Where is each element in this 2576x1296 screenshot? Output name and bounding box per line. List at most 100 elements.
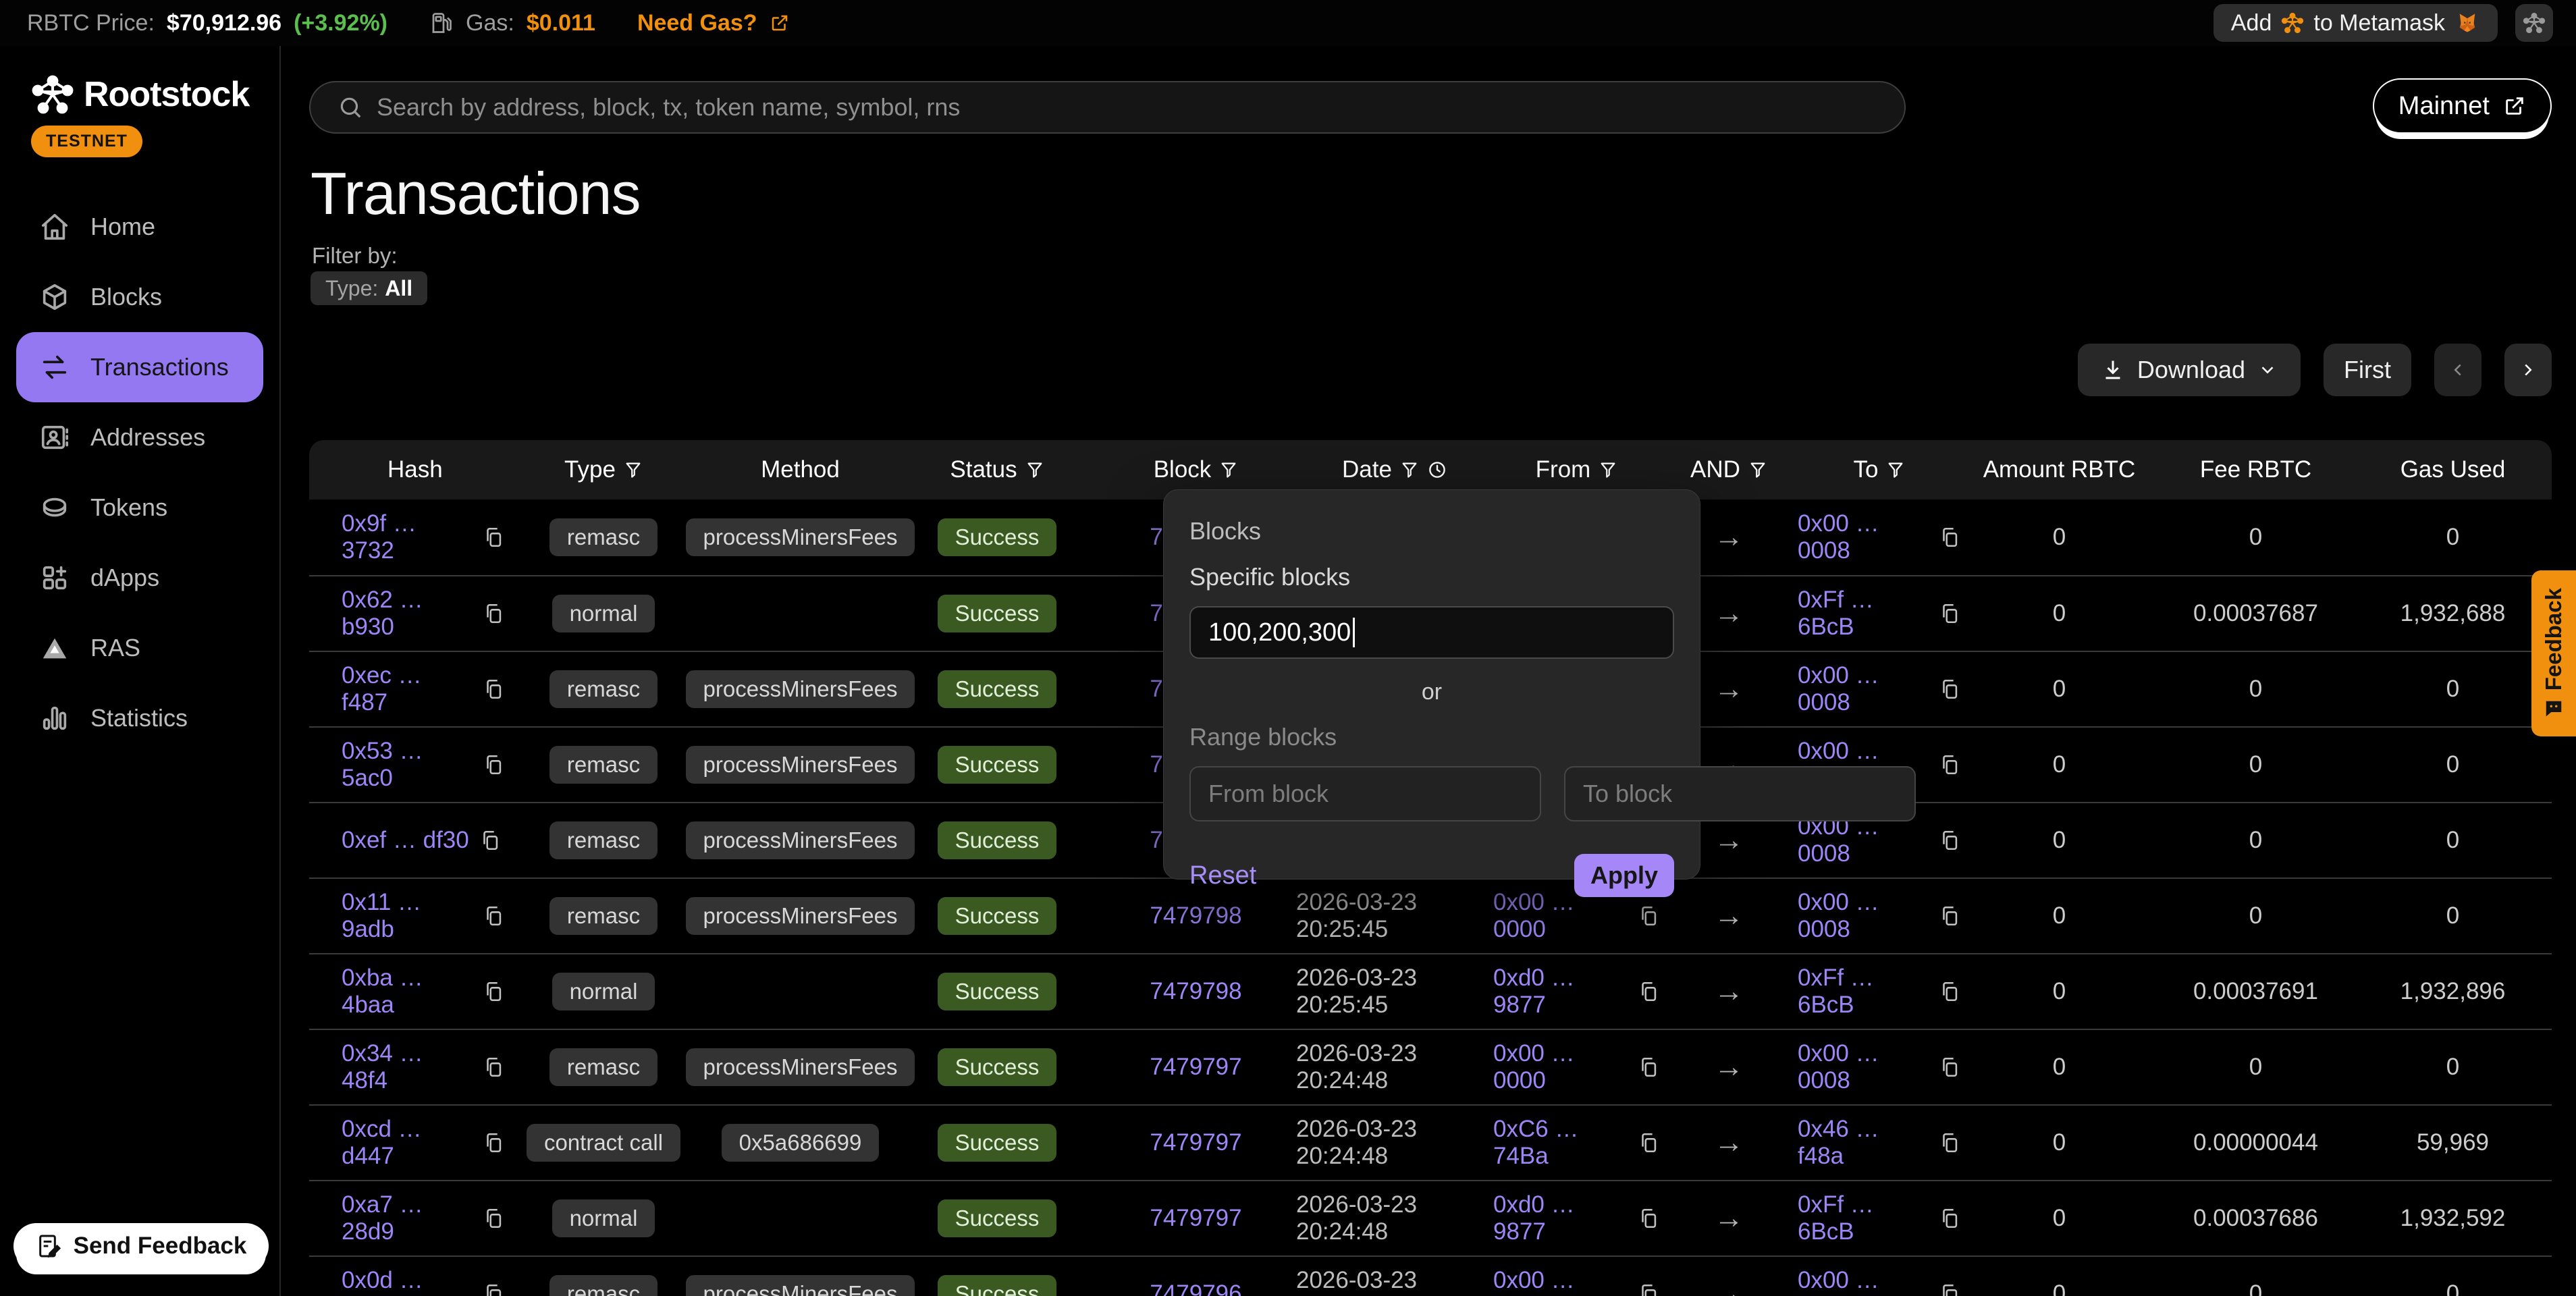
copy-icon[interactable]	[479, 829, 502, 852]
next-page-button[interactable]	[2504, 344, 2552, 396]
sidebar-item-dapps[interactable]: dApps	[0, 543, 279, 613]
to-address-link[interactable]: 0xFf … 6BcB	[1798, 965, 1929, 1019]
reset-button[interactable]: Reset	[1189, 861, 1256, 890]
tx-hash-link[interactable]: 0x34 … 48f4	[342, 1040, 473, 1094]
add-to-metamask-button[interactable]: Add to Metamask	[2213, 4, 2498, 42]
block-link[interactable]: 7479797	[1150, 1205, 1241, 1232]
from-address-link[interactable]: 0xd0 … 9877	[1493, 1191, 1628, 1245]
copy-icon[interactable]	[1637, 1207, 1660, 1230]
block-link[interactable]: 7479797	[1150, 1054, 1241, 1081]
tx-hash-link[interactable]: 0x53 … 5ac0	[342, 738, 473, 792]
first-page-button[interactable]: First	[2324, 344, 2411, 396]
copy-icon[interactable]	[1938, 1056, 1961, 1079]
sidebar-item-tokens[interactable]: Tokens	[0, 473, 279, 543]
copy-icon[interactable]	[482, 526, 505, 549]
filter-icon[interactable]	[1400, 460, 1419, 479]
sidebar-item-blocks[interactable]: Blocks	[0, 262, 279, 332]
column-header-from[interactable]: From	[1493, 456, 1660, 483]
tx-hash-link[interactable]: 0x62 … b930	[342, 587, 473, 641]
copy-icon[interactable]	[1637, 1056, 1660, 1079]
copy-icon[interactable]	[1938, 753, 1961, 776]
column-header-date[interactable]: Date	[1296, 456, 1493, 483]
previous-page-button[interactable]	[2434, 344, 2481, 396]
from-address-link[interactable]: 0xC6 … 74Ba	[1493, 1116, 1628, 1170]
block-link[interactable]: 7479796	[1150, 1280, 1241, 1296]
from-address-link[interactable]: 0x00 … 0000	[1493, 1267, 1628, 1296]
to-address-link[interactable]: 0xFf … 6BcB	[1798, 587, 1929, 641]
block-link[interactable]: 7479797	[1150, 1129, 1241, 1156]
from-address-link[interactable]: 0xd0 … 9877	[1493, 965, 1628, 1019]
tx-hash-link[interactable]: 0xef … df30	[342, 827, 469, 854]
copy-icon[interactable]	[1938, 1131, 1961, 1154]
mainnet-switch-button[interactable]: Mainnet	[2373, 78, 2552, 134]
copy-icon[interactable]	[1938, 1207, 1961, 1230]
download-button[interactable]: Download	[2078, 344, 2301, 396]
copy-icon[interactable]	[1637, 1282, 1660, 1296]
copy-icon[interactable]	[1938, 1282, 1961, 1296]
copy-icon[interactable]	[482, 753, 505, 776]
specific-blocks-input[interactable]: 100,200,300	[1189, 606, 1674, 659]
sidebar-item-ras[interactable]: RAS	[0, 613, 279, 683]
to-address-link[interactable]: 0x00 … 0008	[1798, 1267, 1929, 1296]
to-address-link[interactable]: 0x46 … f48a	[1798, 1116, 1929, 1170]
tx-hash-link[interactable]: 0xba … 4baa	[342, 965, 473, 1019]
copy-icon[interactable]	[1938, 602, 1961, 625]
from-address-link[interactable]: 0x00 … 0000	[1493, 889, 1628, 943]
clock-icon[interactable]	[1427, 460, 1447, 480]
copy-icon[interactable]	[1637, 980, 1660, 1003]
sidebar-item-statistics[interactable]: Statistics	[0, 683, 279, 753]
filter-icon[interactable]	[1748, 460, 1767, 479]
copy-icon[interactable]	[482, 1207, 505, 1230]
column-header-status[interactable]: Status	[898, 456, 1096, 483]
tx-hash-link[interactable]: 0xa7 … 28d9	[342, 1191, 473, 1245]
filter-icon[interactable]	[1599, 460, 1617, 479]
tx-hash-link[interactable]: 0xcd … d447	[342, 1116, 473, 1170]
from-address-link[interactable]: 0x00 … 0000	[1493, 1040, 1628, 1094]
copy-icon[interactable]	[482, 905, 505, 927]
copy-icon[interactable]	[482, 980, 505, 1003]
copy-icon[interactable]	[1938, 678, 1961, 701]
column-header-type[interactable]: Type	[505, 456, 702, 483]
filter-icon[interactable]	[1219, 460, 1238, 479]
tx-hash-link[interactable]: 0x9f … 3732	[342, 510, 473, 564]
column-header-and[interactable]: AND	[1660, 456, 1798, 483]
copy-icon[interactable]	[1938, 905, 1961, 927]
sidebar-item-transactions[interactable]: Transactions	[16, 332, 263, 402]
tx-hash-link[interactable]: 0xec … f487	[342, 662, 473, 716]
to-address-link[interactable]: 0x00 … 0008	[1798, 510, 1929, 564]
block-link[interactable]: 7479798	[1150, 978, 1241, 1005]
copy-icon[interactable]	[482, 602, 505, 625]
tx-hash-link[interactable]: 0x0d … fe91	[342, 1267, 473, 1296]
copy-icon[interactable]	[1938, 829, 1961, 852]
to-address-link[interactable]: 0xFf … 6BcB	[1798, 1191, 1929, 1245]
copy-icon[interactable]	[482, 1282, 505, 1296]
sidebar-item-home[interactable]: Home	[0, 192, 279, 262]
copy-icon[interactable]	[1637, 905, 1660, 927]
copy-icon[interactable]	[1637, 1131, 1660, 1154]
copy-icon[interactable]	[1938, 526, 1961, 549]
type-filter-chip[interactable]: Type: All	[311, 271, 427, 305]
sidebar-item-addresses[interactable]: Addresses	[0, 402, 279, 473]
feedback-side-tab[interactable]: Feedback	[2531, 570, 2576, 736]
block-link[interactable]: 7479798	[1150, 902, 1241, 929]
column-header-block[interactable]: Block	[1096, 456, 1296, 483]
filter-icon[interactable]	[624, 460, 643, 479]
apply-button[interactable]: Apply	[1574, 854, 1674, 897]
to-address-link[interactable]: 0x00 … 0008	[1798, 889, 1929, 943]
search-input[interactable]	[377, 93, 1877, 122]
to-address-link[interactable]: 0x00 … 0008	[1798, 662, 1929, 716]
tx-hash-link[interactable]: 0x11 … 9adb	[342, 889, 473, 943]
to-address-link[interactable]: 0x00 … 0008	[1798, 1040, 1929, 1094]
copy-icon[interactable]	[482, 1056, 505, 1079]
copy-icon[interactable]	[1938, 980, 1961, 1003]
filter-icon[interactable]	[1025, 460, 1044, 479]
column-header-to[interactable]: To	[1798, 456, 1961, 483]
copy-icon[interactable]	[482, 1131, 505, 1154]
copy-icon[interactable]	[482, 678, 505, 701]
need-gas-link[interactable]: Need Gas?	[637, 10, 757, 36]
rootstock-network-button[interactable]	[2515, 4, 2553, 42]
to-block-input[interactable]	[1564, 766, 1916, 821]
send-feedback-button[interactable]: Send Feedback	[14, 1223, 269, 1269]
brand-logo[interactable]: Rootstock	[31, 73, 249, 116]
external-link-icon[interactable]	[770, 13, 790, 33]
